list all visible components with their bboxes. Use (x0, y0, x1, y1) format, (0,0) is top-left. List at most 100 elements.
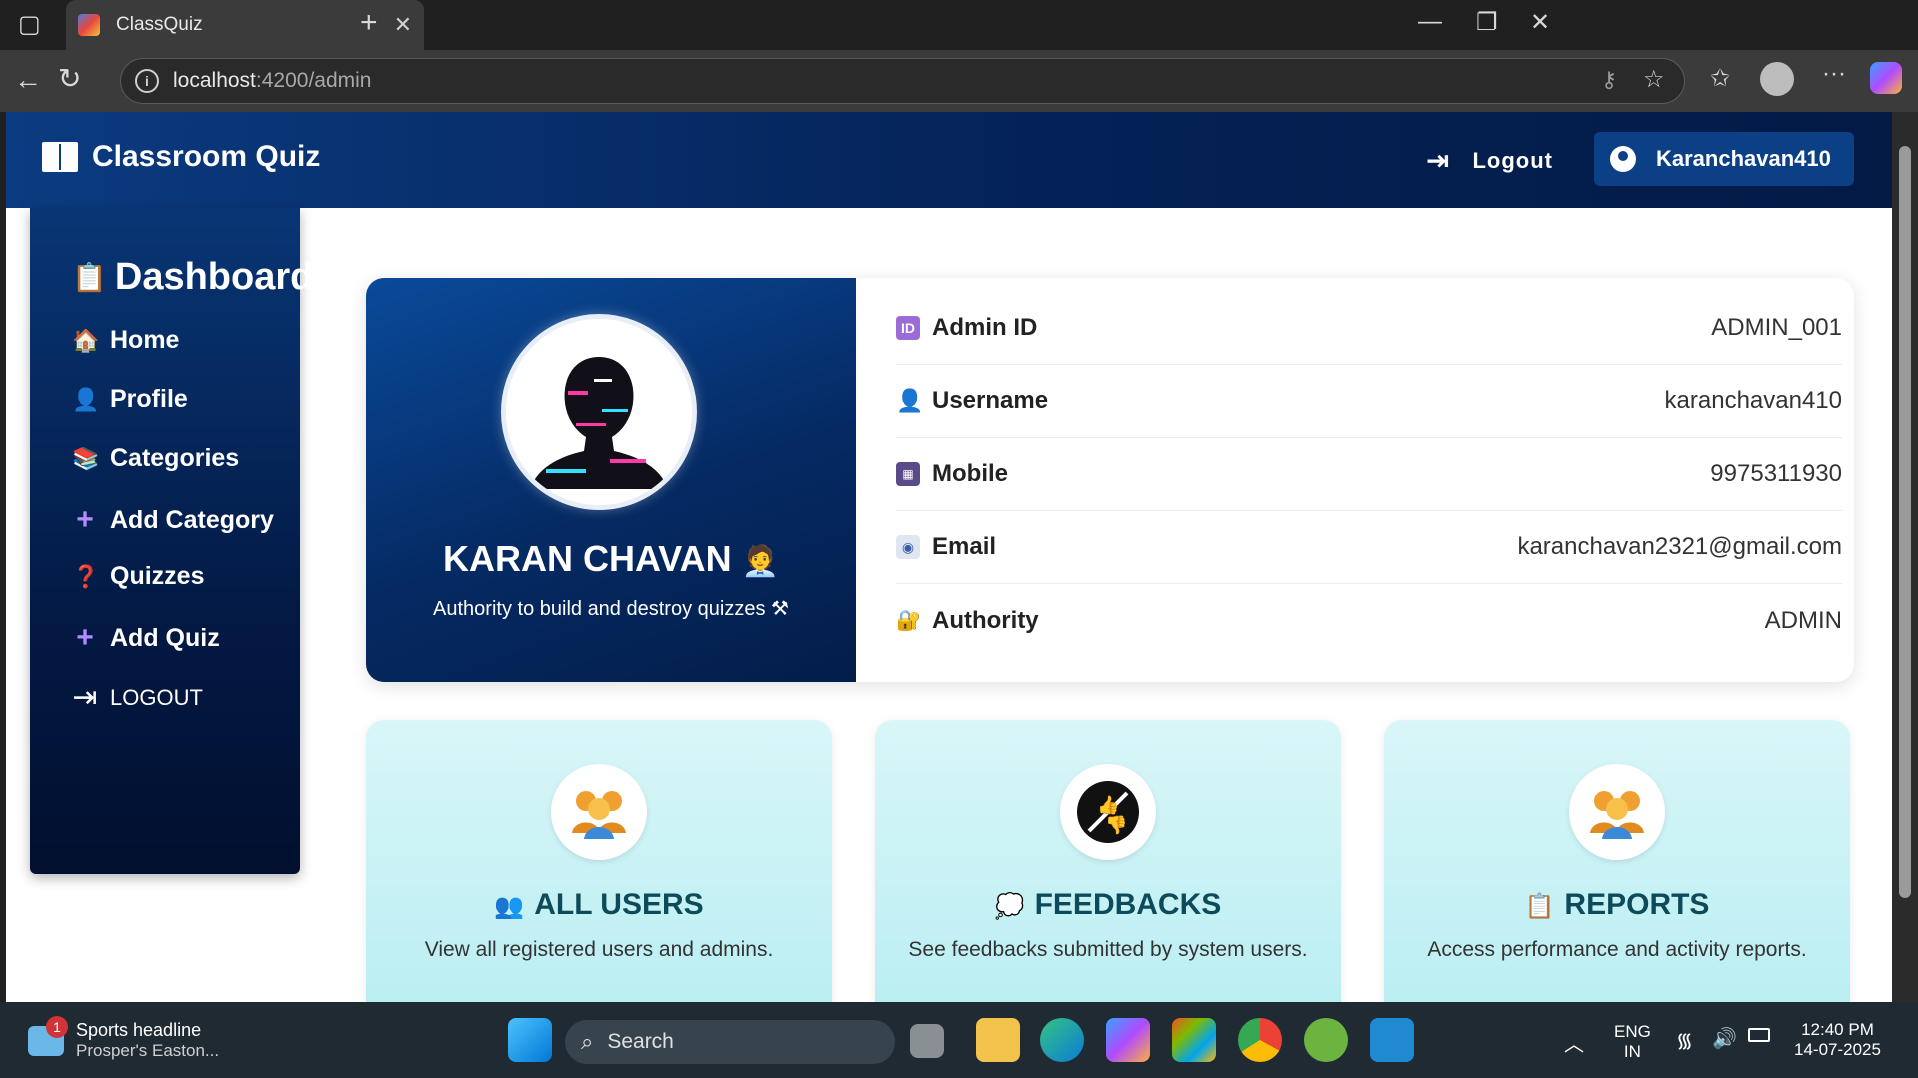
file-explorer-icon[interactable] (976, 1018, 1020, 1062)
spring-icon[interactable] (1304, 1018, 1348, 1062)
businessman-icon: 🧑‍💼 (741, 545, 780, 578)
card-all-users[interactable]: 👥 ALL USERS View all registered users and… (366, 720, 832, 1002)
sidebar-item-label: LOGOUT (110, 684, 203, 710)
refresh-icon[interactable]: ↻ (58, 62, 81, 95)
sidebar-item-label: Home (110, 326, 180, 354)
info-row-username: 👤 Username karanchavan410 (896, 365, 1842, 438)
info-row-email: ◉ Email karanchavan2321@gmail.com (896, 511, 1842, 584)
more-menu-icon[interactable]: ··· (1822, 60, 1846, 88)
books-icon: 📚 (72, 445, 100, 471)
key-icon[interactable]: ⚷ (1601, 67, 1617, 93)
info-row-authority: 🔐 Authority ADMIN (896, 606, 1842, 634)
news-widget[interactable]: 1 Sports headline Prosper's Easton... (28, 1016, 220, 1061)
navbar-logout-label: Logout (1472, 147, 1553, 173)
username-value: karanchavan410 (1664, 387, 1842, 414)
back-icon[interactable]: ← (14, 64, 42, 96)
edge-icon[interactable] (1040, 1018, 1084, 1062)
sidebar-item-logout[interactable]: ⇥ LOGOUT (72, 680, 203, 715)
mobile-value: 9975311930 (1710, 460, 1842, 487)
profile-card: KARAN CHAVAN 🧑‍💼 Authority to build and … (366, 278, 1854, 682)
sidebar-item-label: Quizzes (110, 562, 205, 590)
logout-icon: ⇥ (1426, 145, 1451, 176)
tab-title: ClassQuiz (116, 14, 203, 35)
browser-tab-strip: ▢ ClassQuiz ✕ + — ❐ ✕ (0, 0, 1918, 50)
windows-taskbar: 1 Sports headline Prosper's Easton... ⌕ … (0, 1002, 1918, 1078)
user-name: Karanchavan410 (1656, 146, 1831, 171)
url-text: localhost:4200/admin (173, 69, 372, 92)
url-field[interactable]: i localhost:4200/admin ⚷ ☆ (120, 58, 1685, 104)
close-window-icon[interactable]: ✕ (1530, 8, 1550, 37)
authority-value: ADMIN (1764, 606, 1842, 634)
news-badge: 1 (46, 1016, 68, 1038)
sidebar-item-label: Add Category (110, 505, 274, 534)
page-scrollbar[interactable] (1892, 112, 1918, 1002)
tray-chevron-icon[interactable]: ︿ (1564, 1028, 1584, 1057)
hammer-pick-icon: ⚒ (771, 598, 789, 620)
new-tab-icon[interactable]: + (360, 6, 378, 40)
phone-icon: ▦ (896, 462, 920, 486)
sidebar-item-label: Categories (110, 444, 240, 472)
house-icon: 🏠 (72, 327, 100, 353)
chrome-icon[interactable] (1238, 1018, 1282, 1062)
plus-icon: + (76, 621, 94, 654)
copilot-icon[interactable] (1870, 62, 1902, 94)
tab-favicon-icon (78, 14, 100, 36)
id-icon: ID (896, 316, 920, 340)
profile-name: KARAN CHAVAN 🧑‍💼 (442, 538, 780, 579)
question-icon: ❓ (72, 563, 100, 589)
battery-icon[interactable] (1748, 1028, 1770, 1042)
taskbar-search[interactable]: ⌕ Search (565, 1020, 895, 1064)
favorite-star-icon[interactable]: ☆ (1643, 65, 1665, 94)
sidebar-item-profile[interactable]: 👤 Profile (72, 385, 188, 414)
wifi-icon[interactable]: ᯾ (1676, 1026, 1693, 1053)
sidebar-item-label: Profile (110, 385, 188, 413)
clock[interactable]: 12:40 PM 14-07-2025 (1794, 1020, 1881, 1060)
sidebar-item-categories[interactable]: 📚 Categories (72, 444, 239, 473)
brand[interactable]: Classroom Quiz (42, 140, 320, 174)
logout-icon: ⇥ (72, 681, 98, 714)
site-info-icon[interactable]: i (135, 69, 159, 93)
navbar-logout-button[interactable]: ⇥ Logout (1426, 144, 1553, 177)
language-indicator[interactable]: ENG IN (1614, 1022, 1651, 1062)
news-subtitle: Prosper's Easton... (76, 1041, 220, 1060)
clipboard-icon: 📋 (1524, 893, 1555, 920)
card-feedbacks[interactable]: 👍 👎 💭 FEEDBACKS See feedbacks submitted b… (875, 720, 1341, 1002)
sidebar: 📋 Dashboard 🏠 Home 👤 Profile 📚 Categorie… (30, 208, 313, 874)
sidebar-item-add-quiz[interactable]: + Add Quiz (72, 621, 220, 655)
search-icon: ⌕ (581, 1029, 594, 1054)
tab-close-icon[interactable]: ✕ (394, 12, 412, 38)
card-reports[interactable]: 📋 REPORTS Access performance and activity… (1384, 720, 1850, 1002)
card-description: Access performance and activity reports. (1427, 938, 1807, 961)
card-title: 📋 REPORTS (1524, 888, 1710, 921)
volume-icon[interactable]: 🔊 (1712, 1026, 1737, 1051)
feedback-icon: 👍 👎 (1060, 764, 1156, 860)
vscode-icon[interactable] (1370, 1018, 1414, 1062)
users-small-icon: 👥 (494, 893, 525, 920)
plus-icon: + (76, 503, 94, 536)
card-title: 👥 ALL USERS (494, 888, 704, 921)
sidebar-toggle-icon[interactable]: ▢ (18, 10, 41, 39)
info-row-admin-id: ID Admin ID ADMIN_001 (896, 292, 1842, 365)
brand-title: Classroom Quiz (92, 140, 321, 173)
copilot-app-icon[interactable] (1106, 1018, 1150, 1062)
person-icon: 👤 (72, 386, 100, 412)
top-navbar: Classroom Quiz ⇥ Logout Karanchavan410 (6, 112, 1892, 208)
task-view-icon[interactable] (910, 1024, 944, 1058)
sidebar-item-label: Add Quiz (110, 623, 220, 652)
svg-text:👍: 👍 (1097, 794, 1119, 816)
store-icon[interactable] (1172, 1018, 1216, 1062)
speech-bubble-icon: 💭 (994, 893, 1025, 920)
user-menu-button[interactable]: Karanchavan410 (1594, 132, 1854, 186)
restore-icon[interactable]: ❐ (1476, 8, 1498, 37)
sidebar-item-home[interactable]: 🏠 Home (72, 326, 179, 355)
book-icon (42, 142, 78, 172)
sidebar-item-quizzes[interactable]: ❓ Quizzes (72, 562, 204, 591)
email-icon: ◉ (896, 535, 920, 559)
profile-avatar-icon[interactable] (1760, 62, 1794, 96)
scrollbar-thumb[interactable] (1899, 146, 1911, 898)
windows-start-icon[interactable] (508, 1018, 552, 1062)
favorites-icon[interactable]: ✩ (1710, 64, 1730, 93)
lock-icon: 🔐 (896, 609, 921, 632)
sidebar-item-add-category[interactable]: + Add Category (72, 503, 274, 537)
minimize-icon[interactable]: — (1418, 8, 1442, 36)
